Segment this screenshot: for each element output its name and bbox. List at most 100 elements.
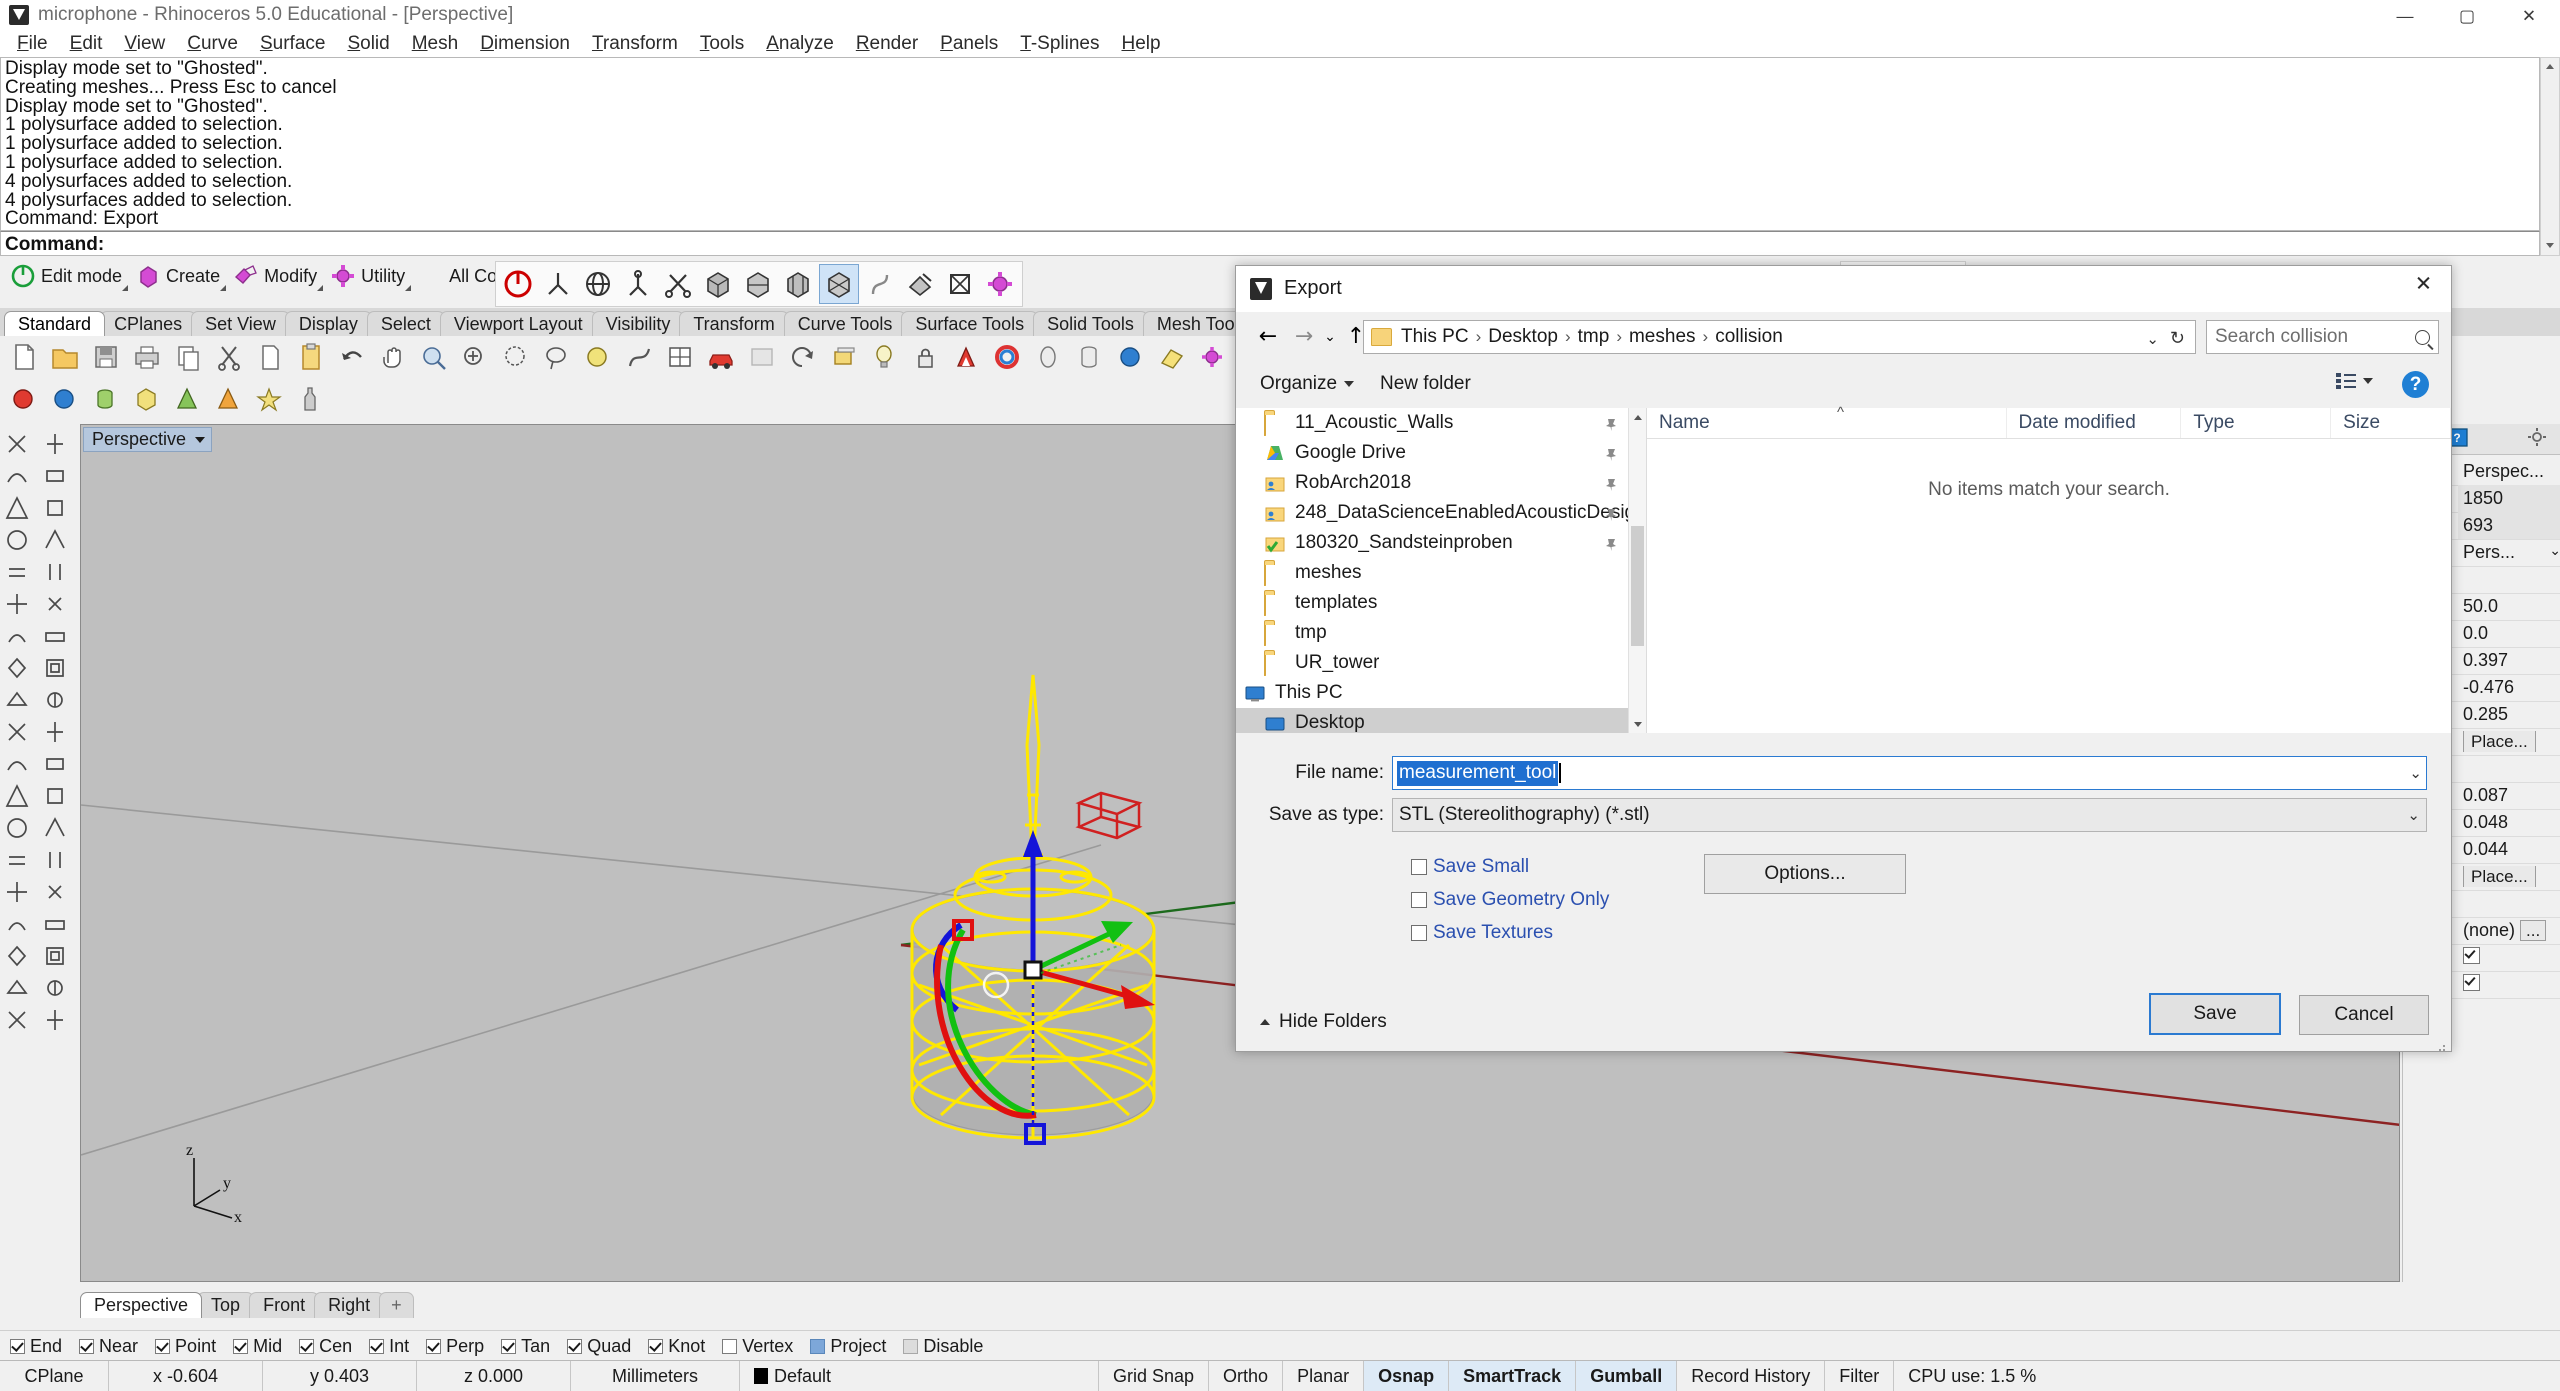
cancel-button[interactable]: Cancel	[2299, 995, 2429, 1035]
left-tool-icon-18[interactable]	[40, 686, 76, 716]
breadcrumb-item-collision[interactable]: collision	[1713, 326, 1785, 348]
left-tool-icon-24[interactable]	[40, 782, 76, 812]
osnap-near[interactable]: Near	[79, 1336, 138, 1357]
left-tool-icon-2[interactable]	[40, 430, 76, 460]
checkbox-icon[interactable]	[426, 1338, 442, 1354]
property-checkbox[interactable]	[2458, 973, 2560, 996]
curve-icon[interactable]	[621, 339, 657, 375]
plugin-button-edit-mode[interactable]: Edit mode	[8, 261, 129, 291]
material-icon[interactable]	[949, 339, 985, 375]
left-tool-icon-21[interactable]	[2, 750, 38, 780]
status-toggle-planar[interactable]: Planar	[1283, 1361, 1365, 1391]
panel-settings-gear-icon[interactable]	[2525, 425, 2557, 453]
tspline-scissors-icon[interactable]	[659, 265, 697, 303]
cone-green-icon[interactable]	[170, 381, 206, 417]
file-column-name[interactable]: Name	[1647, 408, 2007, 438]
dialog-close-button[interactable]	[2395, 266, 2451, 312]
breadcrumb-item-this-pc[interactable]: This PC	[1399, 326, 1471, 348]
property-button[interactable]: Place...	[2458, 731, 2560, 752]
menu-item-dimension[interactable]: Dimension	[469, 31, 581, 57]
left-tool-icon-26[interactable]	[40, 814, 76, 844]
tspline-flatten-icon[interactable]	[901, 265, 939, 303]
osnap-knot[interactable]: Knot	[648, 1336, 705, 1357]
flyout-corner-icon[interactable]	[405, 285, 412, 291]
checkbox-icon[interactable]	[810, 1338, 826, 1354]
bottle-icon[interactable]	[293, 381, 329, 417]
left-tool-icon-19[interactable]	[2, 718, 38, 748]
places-item-desktop[interactable]: Desktop	[1236, 708, 1646, 733]
status-toggle-osnap[interactable]: Osnap	[1364, 1361, 1450, 1391]
scrollbar-thumb[interactable]	[1631, 526, 1644, 646]
osnap-cen[interactable]: Cen	[299, 1336, 352, 1357]
status-units[interactable]: Millimeters	[571, 1361, 740, 1391]
help-button[interactable]: ?	[2402, 371, 2429, 398]
left-tool-icon-25[interactable]	[2, 814, 38, 844]
checkbox-icon[interactable]	[233, 1338, 249, 1354]
lock-icon[interactable]	[908, 339, 944, 375]
left-tool-icon-34[interactable]	[40, 942, 76, 972]
tspline-box-icon[interactable]	[539, 265, 577, 303]
viewport-tab-perspective[interactable]: Perspective	[80, 1292, 203, 1318]
render-preview-icon[interactable]	[744, 339, 780, 375]
menu-item-solid[interactable]: Solid	[336, 31, 400, 57]
scissors-icon[interactable]	[211, 339, 247, 375]
menu-item-view[interactable]: View	[113, 31, 176, 57]
checkbox-icon[interactable]	[79, 1338, 95, 1354]
osnap-disable[interactable]: Disable	[903, 1336, 983, 1357]
left-tool-icon-7[interactable]	[2, 526, 38, 556]
property-value-ellipsis[interactable]: (none) ...	[2458, 920, 2560, 941]
left-tool-icon-4[interactable]	[40, 462, 76, 492]
checkbox-save-small[interactable]: Save Small	[1411, 856, 1609, 878]
left-tool-icon-1[interactable]	[2, 430, 38, 460]
search-box[interactable]: Search collision	[2206, 320, 2439, 354]
menu-item-transform[interactable]: Transform	[581, 31, 689, 57]
tspline-crossbox-icon[interactable]	[941, 265, 979, 303]
checkbox-icon[interactable]	[903, 1338, 919, 1354]
menu-item-mesh[interactable]: Mesh	[401, 31, 469, 57]
toolbar-tab-visibility[interactable]: Visibility	[591, 311, 685, 336]
plugin-button-create[interactable]: Create	[133, 261, 227, 291]
plugin-button-modify[interactable]: Modify	[231, 261, 324, 291]
checkbox-icon[interactable]	[1411, 859, 1427, 875]
left-tool-icon-11[interactable]	[2, 590, 38, 620]
menu-item-help[interactable]: Help	[1110, 31, 1171, 57]
chevron-down-icon[interactable]: ⌄	[2407, 806, 2420, 824]
scroll-down-icon[interactable]	[2541, 237, 2559, 255]
left-tool-icon-27[interactable]	[2, 846, 38, 876]
pan-hand-icon[interactable]	[375, 339, 411, 375]
status-toggle-filter[interactable]: Filter	[1825, 1361, 1895, 1391]
checkbox-icon[interactable]	[648, 1338, 664, 1354]
sphere-grey-icon[interactable]	[1031, 339, 1067, 375]
tspline-settings-icon[interactable]	[981, 265, 1019, 303]
plugin-button-utility[interactable]: Utility	[328, 261, 412, 291]
toolbar-tab-standard[interactable]: Standard	[4, 311, 106, 336]
places-item-11-acoustic-walls[interactable]: 11_Acoustic_Walls	[1236, 408, 1646, 438]
left-tool-icon-37[interactable]	[2, 1006, 38, 1036]
print-icon[interactable]	[129, 339, 165, 375]
pin-icon[interactable]	[1605, 416, 1618, 431]
cut-copy-icon[interactable]	[170, 339, 206, 375]
render-car-icon[interactable]	[703, 339, 739, 375]
cone-orange-icon[interactable]	[211, 381, 247, 417]
filename-dropdown-icon[interactable]: ⌄	[2409, 764, 2422, 782]
left-tool-icon-20[interactable]	[40, 718, 76, 748]
toolbar-tab-curve-tools[interactable]: Curve Tools	[783, 311, 907, 336]
back-button[interactable]: ←	[1252, 321, 1284, 353]
checkbox-icon[interactable]	[1411, 925, 1427, 941]
file-column-type[interactable]: Type	[2181, 408, 2332, 438]
checkbox-save-geometry-only[interactable]: Save Geometry Only	[1411, 889, 1609, 911]
osnap-perp[interactable]: Perp	[426, 1336, 484, 1357]
pin-icon[interactable]	[1605, 476, 1618, 491]
minimize-button[interactable]: —	[2374, 0, 2436, 31]
checkbox-icon[interactable]	[299, 1338, 315, 1354]
box-yellow-icon[interactable]	[129, 381, 165, 417]
toolbar-tab-display[interactable]: Display	[284, 311, 372, 336]
new-file-icon[interactable]	[6, 339, 42, 375]
options-gear-icon[interactable]	[1195, 339, 1231, 375]
scroll-up-icon[interactable]	[1629, 408, 1647, 426]
viewport-tab-right[interactable]: Right	[314, 1292, 385, 1318]
tspline-curve-icon[interactable]	[861, 265, 899, 303]
menu-item-t-splines[interactable]: T-Splines	[1009, 31, 1110, 57]
sphere-icon[interactable]	[580, 339, 616, 375]
tspline-power-icon[interactable]	[499, 265, 537, 303]
